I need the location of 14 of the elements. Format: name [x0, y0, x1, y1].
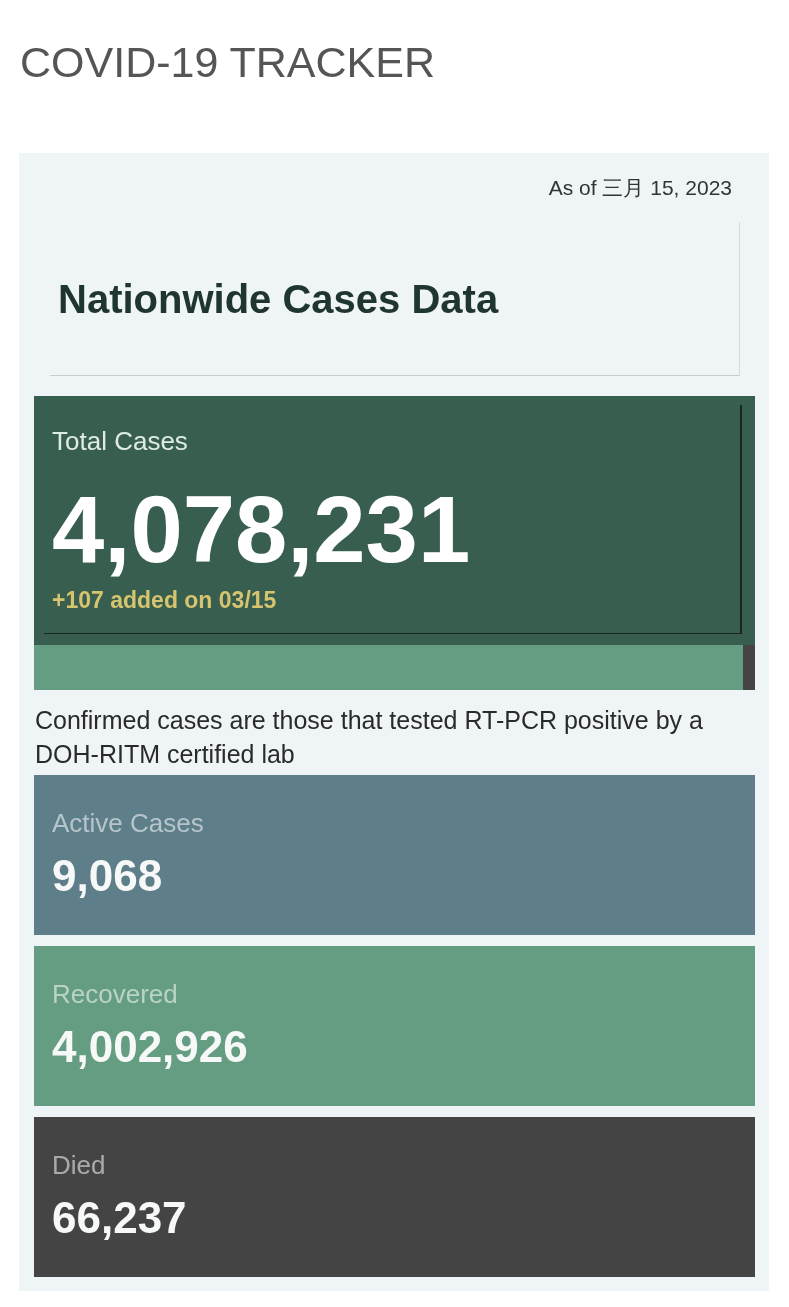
- footnote-text: Confirmed cases are those that tested RT-PCR positive by a DOH-RITM certified lab: [35, 705, 704, 770]
- section-heading: Nationwide Cases Data: [58, 275, 499, 323]
- total-cases-label: Total Cases: [52, 425, 188, 457]
- stat-label: Died: [52, 1149, 106, 1181]
- page-title: COVID-19 TRACKER: [20, 37, 435, 88]
- stat-value: 66,237: [52, 1193, 187, 1243]
- stat-label: Active Cases: [52, 807, 204, 839]
- daily-increase-text: +107 added on 03/15: [52, 586, 277, 614]
- stat-value: 4,002,926: [52, 1022, 248, 1072]
- scrollbar-thumb[interactable]: [743, 645, 755, 690]
- stat-value: 9,068: [52, 851, 163, 901]
- stat-label: Recovered: [52, 978, 178, 1010]
- total-cases-value: 4,078,231: [52, 480, 471, 580]
- as-of-date: As of 三月 15, 2023: [548, 175, 732, 201]
